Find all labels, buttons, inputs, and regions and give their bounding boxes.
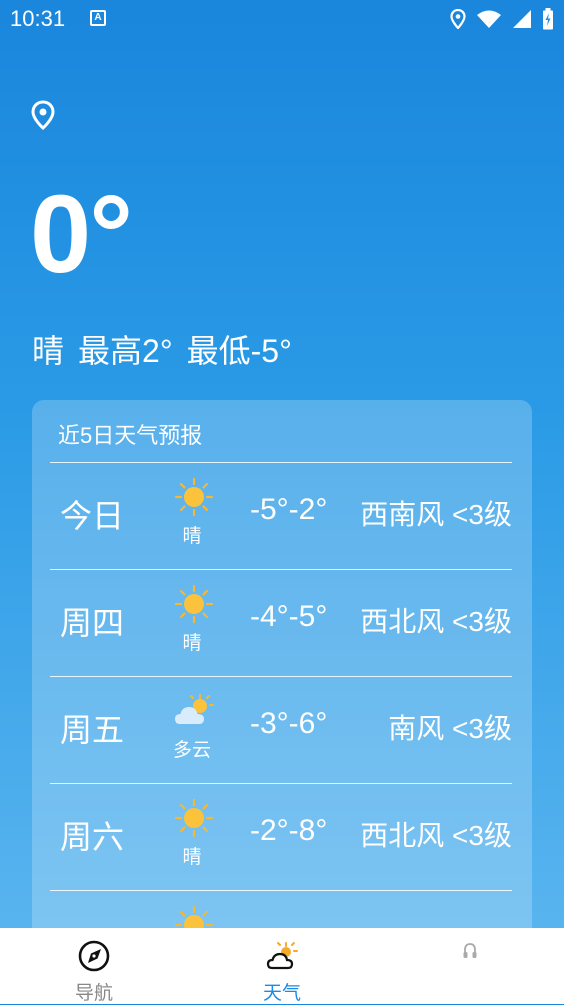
sun-icon bbox=[174, 584, 214, 624]
headset-icon bbox=[463, 943, 477, 958]
sun-icon bbox=[174, 477, 214, 517]
forecast-wind: 西北风 <3级 bbox=[360, 820, 512, 851]
forecast-day: 周四 bbox=[60, 605, 125, 641]
compass-icon bbox=[78, 940, 110, 972]
partly-cloudy-icon bbox=[175, 694, 214, 724]
forecast-row[interactable]: 周四 晴 -4°-5° 西北风 <3级 bbox=[50, 569, 512, 677]
forecast-condition: 晴 bbox=[182, 526, 202, 547]
nav-label-weather: 天气 bbox=[262, 983, 301, 1004]
low-temp: 最低-5° bbox=[186, 333, 292, 369]
forecast-condition: 晴 bbox=[182, 633, 202, 654]
battery-icon bbox=[543, 8, 553, 30]
location-status-icon bbox=[450, 9, 466, 29]
weather-summary: 晴最高2° 最低-5° bbox=[32, 326, 306, 372]
status-bar: 10:31 A bbox=[0, 0, 564, 40]
nav-item-weather[interactable]: 天气 bbox=[188, 928, 376, 1004]
signal-icon bbox=[513, 10, 531, 28]
current-temperature: 0° bbox=[30, 173, 133, 296]
forecast-day: 周六 bbox=[60, 819, 125, 855]
notification-icon: A bbox=[90, 10, 106, 26]
forecast-wind: 南风 <3级 bbox=[388, 713, 512, 744]
wifi-icon bbox=[477, 10, 501, 28]
forecast-title: 近5日天气预报 bbox=[58, 423, 203, 448]
bottom-nav: 导航 天气 bbox=[0, 928, 564, 1004]
forecast-wind: 西北风 <3级 bbox=[360, 606, 512, 637]
forecast-wind: 西南风 <3级 bbox=[360, 499, 512, 530]
current-condition: 晴 bbox=[32, 333, 65, 369]
status-time: 10:31 bbox=[10, 6, 66, 31]
forecast-row[interactable]: 周五 多云 -3°-6° 南风 <3级 bbox=[50, 676, 512, 784]
nav-item-navigation[interactable]: 导航 bbox=[0, 928, 188, 1004]
location-icon[interactable] bbox=[30, 100, 56, 130]
forecast-temp: -5°-2° bbox=[250, 493, 328, 526]
weather-icon bbox=[266, 942, 298, 970]
forecast-condition: 晴 bbox=[182, 847, 202, 868]
sun-icon bbox=[174, 798, 214, 838]
forecast-day: 今日 bbox=[60, 498, 125, 534]
forecast-temp: -4°-5° bbox=[250, 600, 328, 633]
nav-label-navigation: 导航 bbox=[74, 983, 113, 1004]
forecast-row[interactable]: 周六 晴 -2°-8° 西北风 <3级 bbox=[50, 783, 512, 891]
forecast-condition: 多云 bbox=[172, 740, 211, 761]
forecast-temp: -2°-8° bbox=[250, 814, 328, 847]
forecast-day: 周五 bbox=[60, 712, 125, 748]
high-temp: 最高2° bbox=[78, 333, 173, 369]
forecast-card: 近5日天气预报 今日 晴 -5°-2° 西南风 <3级 周四 晴 -4°-5° … bbox=[32, 400, 532, 960]
forecast-row[interactable]: 今日 晴 -5°-2° 西南风 <3级 bbox=[50, 462, 512, 570]
nav-item-headset[interactable] bbox=[376, 928, 564, 1004]
forecast-temp: -3°-6° bbox=[250, 707, 328, 740]
status-icons bbox=[450, 6, 554, 32]
